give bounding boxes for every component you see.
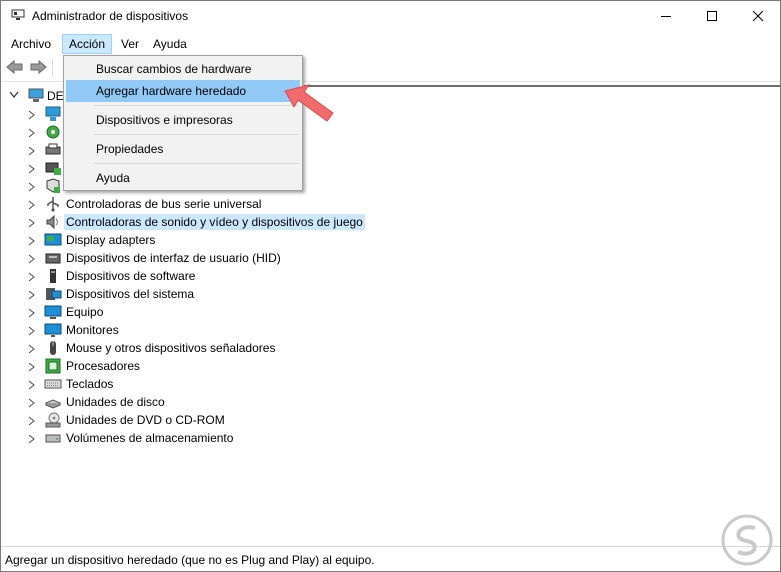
chevron-right-icon[interactable] xyxy=(28,308,36,318)
monitor-icon xyxy=(44,323,62,337)
processor-icon xyxy=(45,358,61,374)
dvd-drive-icon xyxy=(45,412,61,428)
chevron-right-icon[interactable] xyxy=(28,272,36,282)
tree-item-label: Volúmenes de almacenamiento xyxy=(66,431,234,445)
chevron-right-icon[interactable] xyxy=(28,362,36,372)
device-manager-window: Administrador de dispositivos Archivo Ac… xyxy=(0,0,781,572)
tree-item-label: Unidades de DVD o CD-ROM xyxy=(66,413,225,427)
tree-item-label: Dispositivos de interfaz de usuario (HID… xyxy=(66,251,281,265)
tree-item[interactable]: Dispositivos de software xyxy=(28,267,628,285)
network-icon xyxy=(45,106,61,121)
status-bar: Agregar un dispositivo heredado (que no … xyxy=(1,514,780,571)
hid-icon xyxy=(45,253,61,264)
tree-item[interactable]: Unidades de disco xyxy=(28,393,628,411)
menu-item-agregar-hardware-heredado[interactable]: Agregar hardware heredado xyxy=(66,80,300,102)
chevron-right-icon[interactable] xyxy=(28,398,36,408)
computer-icon xyxy=(28,88,44,102)
tree-item[interactable]: Unidades de DVD o CD-ROM xyxy=(28,411,628,429)
usb-controller-icon xyxy=(47,197,59,212)
chevron-right-icon[interactable] xyxy=(28,200,36,210)
tree-item[interactable]: Controladoras de bus serie universal xyxy=(28,195,628,213)
tree-item[interactable]: Dispositivos de interfaz de usuario (HID… xyxy=(28,249,628,267)
tree-item-label: Procesadores xyxy=(66,359,141,373)
menu-separator xyxy=(94,163,299,164)
tree-item[interactable]: Monitores xyxy=(28,321,628,339)
chevron-right-icon[interactable] xyxy=(28,146,36,156)
tree-item[interactable]: Equipo xyxy=(28,303,628,321)
menu-item-ayuda[interactable]: Ayuda xyxy=(66,167,300,189)
maximize-button[interactable] xyxy=(689,1,735,31)
tree-item-label: Controladoras de bus serie universal xyxy=(66,197,262,211)
chevron-right-icon[interactable] xyxy=(28,128,36,138)
chevron-right-icon[interactable] xyxy=(28,344,36,354)
close-button[interactable] xyxy=(735,1,780,31)
chevron-right-icon[interactable] xyxy=(28,218,36,228)
chevron-right-icon[interactable] xyxy=(28,326,36,336)
audio-io-icon xyxy=(46,125,60,139)
chevron-right-icon[interactable] xyxy=(28,236,36,246)
keyboard-icon xyxy=(44,379,62,389)
status-text: Agregar un dispositivo heredado (que no … xyxy=(5,553,375,567)
software-device-icon xyxy=(50,269,56,283)
chevron-right-icon[interactable] xyxy=(28,182,36,192)
chevron-right-icon[interactable] xyxy=(28,254,36,264)
printer-icon xyxy=(45,143,61,155)
menu-ver[interactable]: Ver xyxy=(115,34,145,54)
tree-item-label: Dispositivos de software xyxy=(66,269,196,283)
tree-item[interactable]: Controladoras de sonido y vídeo y dispos… xyxy=(28,213,628,231)
chevron-right-icon[interactable] xyxy=(28,416,36,426)
display-adapter-icon xyxy=(44,233,62,246)
tree-item-label: Controladoras de sonido y vídeo y dispos… xyxy=(64,214,365,230)
chevron-right-icon[interactable] xyxy=(28,434,36,444)
tree-item-label: Dispositivos del sistema xyxy=(66,287,195,301)
usb-device-icon xyxy=(46,178,60,193)
title-bar: Administrador de dispositivos xyxy=(1,1,780,31)
chevron-right-icon[interactable] xyxy=(28,290,36,300)
print-queue-icon xyxy=(45,162,61,175)
system-device-icon xyxy=(46,288,62,300)
menu-archivo[interactable]: Archivo xyxy=(5,34,57,54)
tree-item-label: Teclados xyxy=(66,377,114,391)
disk-drive-icon xyxy=(44,399,62,409)
tree-item-label: Equipo xyxy=(66,305,104,319)
storage-volume-icon xyxy=(45,434,61,443)
mouse-icon xyxy=(50,341,56,355)
minimize-button[interactable] xyxy=(643,1,689,31)
tree-item-label: Unidades de disco xyxy=(66,395,165,409)
tree-item-label: Mouse y otros dispositivos señaladores xyxy=(66,341,276,355)
accion-dropdown-menu: Buscar cambios de hardware Agregar hardw… xyxy=(63,55,303,191)
tree-item[interactable]: Display adapters xyxy=(28,231,628,249)
chevron-right-icon[interactable] xyxy=(28,164,36,174)
forward-arrow-icon[interactable] xyxy=(28,59,48,75)
menu-item-propiedades[interactable]: Propiedades xyxy=(66,138,300,160)
pointer-arrow-icon xyxy=(284,84,334,122)
tree-root-label: DE xyxy=(47,89,64,103)
chevron-right-icon[interactable] xyxy=(28,110,36,120)
back-arrow-icon[interactable] xyxy=(5,59,25,75)
tree-item[interactable]: Dispositivos del sistema xyxy=(28,285,628,303)
menu-bar: Archivo Acción Ver Ayuda xyxy=(1,32,780,54)
tree-item[interactable]: Teclados xyxy=(28,375,628,393)
tree-item-label: Display adapters xyxy=(66,233,156,247)
tree-item[interactable]: Volúmenes de almacenamiento xyxy=(28,429,628,447)
tree-item[interactable]: Mouse y otros dispositivos señaladores xyxy=(28,339,628,357)
tree-item-label: Monitores xyxy=(66,323,119,337)
tree-item[interactable]: Procesadores xyxy=(28,357,628,375)
menu-item-buscar-cambios[interactable]: Buscar cambios de hardware xyxy=(66,58,300,80)
device-manager-app-icon xyxy=(11,9,25,21)
chevron-right-icon[interactable] xyxy=(28,380,36,390)
toolbar-separator xyxy=(52,59,53,76)
menu-separator xyxy=(94,134,299,135)
menu-accion[interactable]: Acción xyxy=(62,34,113,54)
menu-separator xyxy=(94,105,299,106)
watermark-logo-icon xyxy=(721,514,773,566)
menu-item-dispositivos-impresoras[interactable]: Dispositivos e impresoras xyxy=(66,109,300,131)
speaker-icon xyxy=(46,214,58,230)
chevron-down-icon[interactable] xyxy=(9,91,19,99)
computer-icon xyxy=(44,305,62,319)
window-title: Administrador de dispositivos xyxy=(32,9,189,23)
menu-ayuda[interactable]: Ayuda xyxy=(147,34,193,54)
